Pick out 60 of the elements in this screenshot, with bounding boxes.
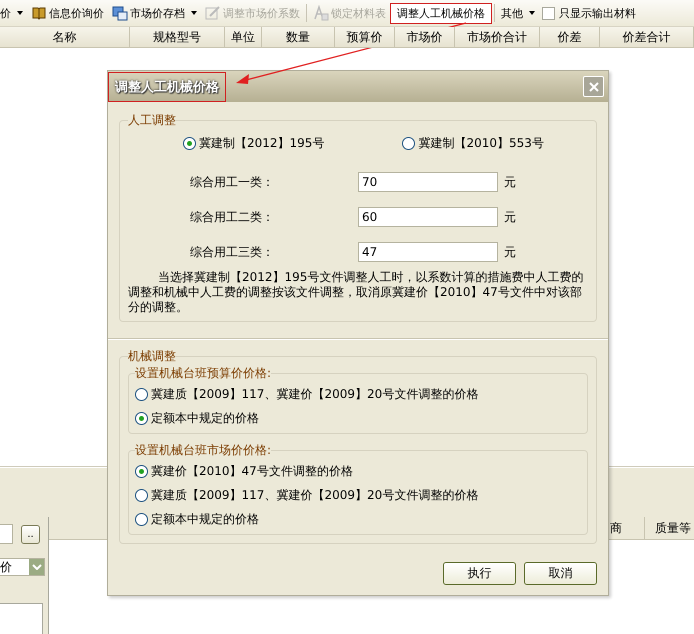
rate-field[interactable]: 47 bbox=[358, 242, 498, 262]
unit-label: 元 bbox=[504, 208, 516, 226]
column-header[interactable]: 市场价合计 bbox=[455, 27, 540, 47]
rate-label: 综合用工二类： bbox=[189, 208, 275, 226]
radio-button[interactable] bbox=[135, 513, 148, 526]
column-header[interactable]: 单位 bbox=[225, 27, 262, 47]
book-icon bbox=[31, 5, 47, 21]
radio-option[interactable]: 冀建价【2010】47号文件调整的价格 bbox=[135, 463, 581, 480]
radio-option[interactable]: 冀建质【2009】117、冀建价【2009】20号文件调整的价格 bbox=[135, 487, 581, 504]
output-only-checkbox[interactable]: 只显示输出材料 bbox=[542, 6, 636, 20]
dialog-button[interactable]: 取消 bbox=[524, 562, 597, 585]
toolbar-button[interactable]: 市场价存档 bbox=[108, 2, 201, 24]
radio-button[interactable] bbox=[135, 489, 148, 502]
checkbox[interactable] bbox=[542, 6, 555, 20]
close-icon bbox=[588, 80, 600, 92]
radio-option[interactable]: 定额本中规定的价格 bbox=[135, 511, 581, 528]
group-title: 机械调整 bbox=[128, 348, 176, 365]
radio-button[interactable] bbox=[183, 137, 196, 150]
column-header[interactable]: 价差合计 bbox=[600, 27, 694, 47]
edit-icon bbox=[205, 5, 221, 21]
radio-button[interactable] bbox=[135, 465, 148, 478]
rate-field[interactable]: 70 bbox=[358, 172, 498, 192]
dialog-button[interactable]: 执行 bbox=[443, 562, 516, 585]
radio-button[interactable] bbox=[135, 388, 148, 401]
rate-label: 综合用工一类： bbox=[189, 174, 275, 190]
browse-button[interactable]: .. bbox=[21, 524, 40, 544]
column-header[interactable]: 名称 bbox=[0, 27, 130, 47]
radio-option[interactable]: 冀建制【2010】553号 bbox=[402, 135, 544, 152]
column-header[interactable]: 预算价 bbox=[335, 27, 395, 47]
rate-field[interactable]: 60 bbox=[358, 207, 498, 227]
radio-option[interactable]: 冀建制【2012】195号 bbox=[183, 135, 324, 152]
dropdown[interactable]: 价 bbox=[0, 558, 45, 576]
toolbar-button[interactable]: 其他 bbox=[497, 2, 539, 24]
column-header[interactable]: 价差 bbox=[540, 27, 600, 47]
checkbox-label: 只显示输出材料 bbox=[559, 6, 636, 20]
rate-label: 综合用工三类： bbox=[189, 244, 275, 260]
radio-option[interactable]: 定额本中规定的价格 bbox=[135, 410, 581, 427]
note-text: 当选择冀建制【2012】195号文件调整人工时，以系数计算的措施费中人工费的调整和机械中人工费的调整按该文件调整，取消原冀建价【2010】47号文件中对该部分的调整。 bbox=[128, 270, 584, 315]
toolbar-button[interactable]: 价 bbox=[0, 2, 27, 24]
column-header[interactable]: 质量等 bbox=[645, 517, 694, 539]
column-header[interactable]: 市场价 bbox=[395, 27, 455, 47]
caret-icon bbox=[17, 11, 23, 15]
caret-icon bbox=[191, 11, 197, 15]
caret-icon bbox=[529, 11, 535, 15]
dialog-title: 调整人工机械价格 bbox=[108, 72, 226, 102]
column-header[interactable]: 数量 bbox=[262, 27, 335, 47]
group-title: 设置机械台班市场价价格: bbox=[135, 442, 272, 459]
toolbar-button[interactable]: 信息价询价 bbox=[27, 2, 108, 24]
archive-icon bbox=[112, 5, 128, 21]
text-field[interactable] bbox=[0, 524, 13, 544]
group-title: 设置机械台班预算价价格: bbox=[135, 365, 272, 382]
unit-label: 元 bbox=[504, 174, 516, 190]
toolbar-button[interactable]: 调整人工机械价格 bbox=[390, 2, 492, 24]
radio-button[interactable] bbox=[402, 137, 416, 150]
radio-option[interactable]: 冀建质【2009】117、冀建价【2009】20号文件调整的价格 bbox=[135, 386, 581, 403]
unit-label: 元 bbox=[504, 244, 516, 260]
radio-button[interactable] bbox=[135, 412, 148, 425]
group-title: 人工调整 bbox=[128, 112, 176, 129]
column-header[interactable]: 规格型号 bbox=[130, 27, 225, 47]
lock-table-icon bbox=[313, 5, 329, 21]
